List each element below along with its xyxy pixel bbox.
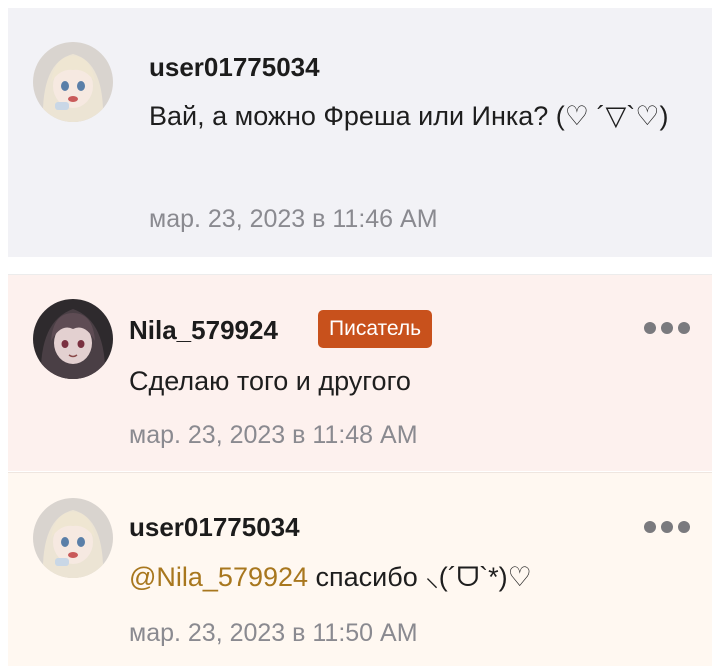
comment-text: Вай, а можно Фреша или Инка? (♡ ´▽`♡) (149, 101, 669, 131)
comment-timestamp: мар. 23, 2023 в 11:46 AM (149, 205, 438, 233)
comment-text: @Nila_579924 спасибо ⸜(´ᗜ`*)♡ (129, 555, 649, 599)
username[interactable]: Nila_579924 (129, 315, 278, 346)
user-mention-link[interactable]: @Nila_579924 (129, 562, 308, 592)
anime-girl-avatar-icon (33, 42, 113, 122)
comment-body: спасибо ⸜(´ᗜ`*)♡ (308, 562, 532, 592)
username[interactable]: user01775034 (149, 52, 320, 83)
more-options-icon[interactable] (644, 321, 690, 335)
comment-item: user01775034 @Nila_579924 спасибо ⸜(´ᗜ`*… (8, 472, 712, 666)
comment-timestamp: мар. 23, 2023 в 11:50 AM (129, 619, 418, 647)
more-options-icon[interactable] (644, 520, 690, 534)
comment-timestamp: мар. 23, 2023 в 11:48 AM (129, 421, 418, 449)
comment-item: Nila_579924 Писатель Сделаю того и друго… (8, 274, 712, 471)
username[interactable]: user01775034 (129, 512, 300, 543)
comment-text: Сделаю того и другого (129, 366, 411, 396)
avatar[interactable] (33, 42, 113, 122)
anime-girl-avatar-icon (33, 498, 113, 578)
avatar[interactable] (33, 498, 113, 578)
avatar[interactable] (33, 299, 113, 379)
writer-badge: Писатель (318, 310, 433, 348)
comment-item: user01775034 Вай, а можно Фреша или Инка… (8, 8, 712, 257)
dark-anime-avatar-icon (33, 299, 113, 379)
